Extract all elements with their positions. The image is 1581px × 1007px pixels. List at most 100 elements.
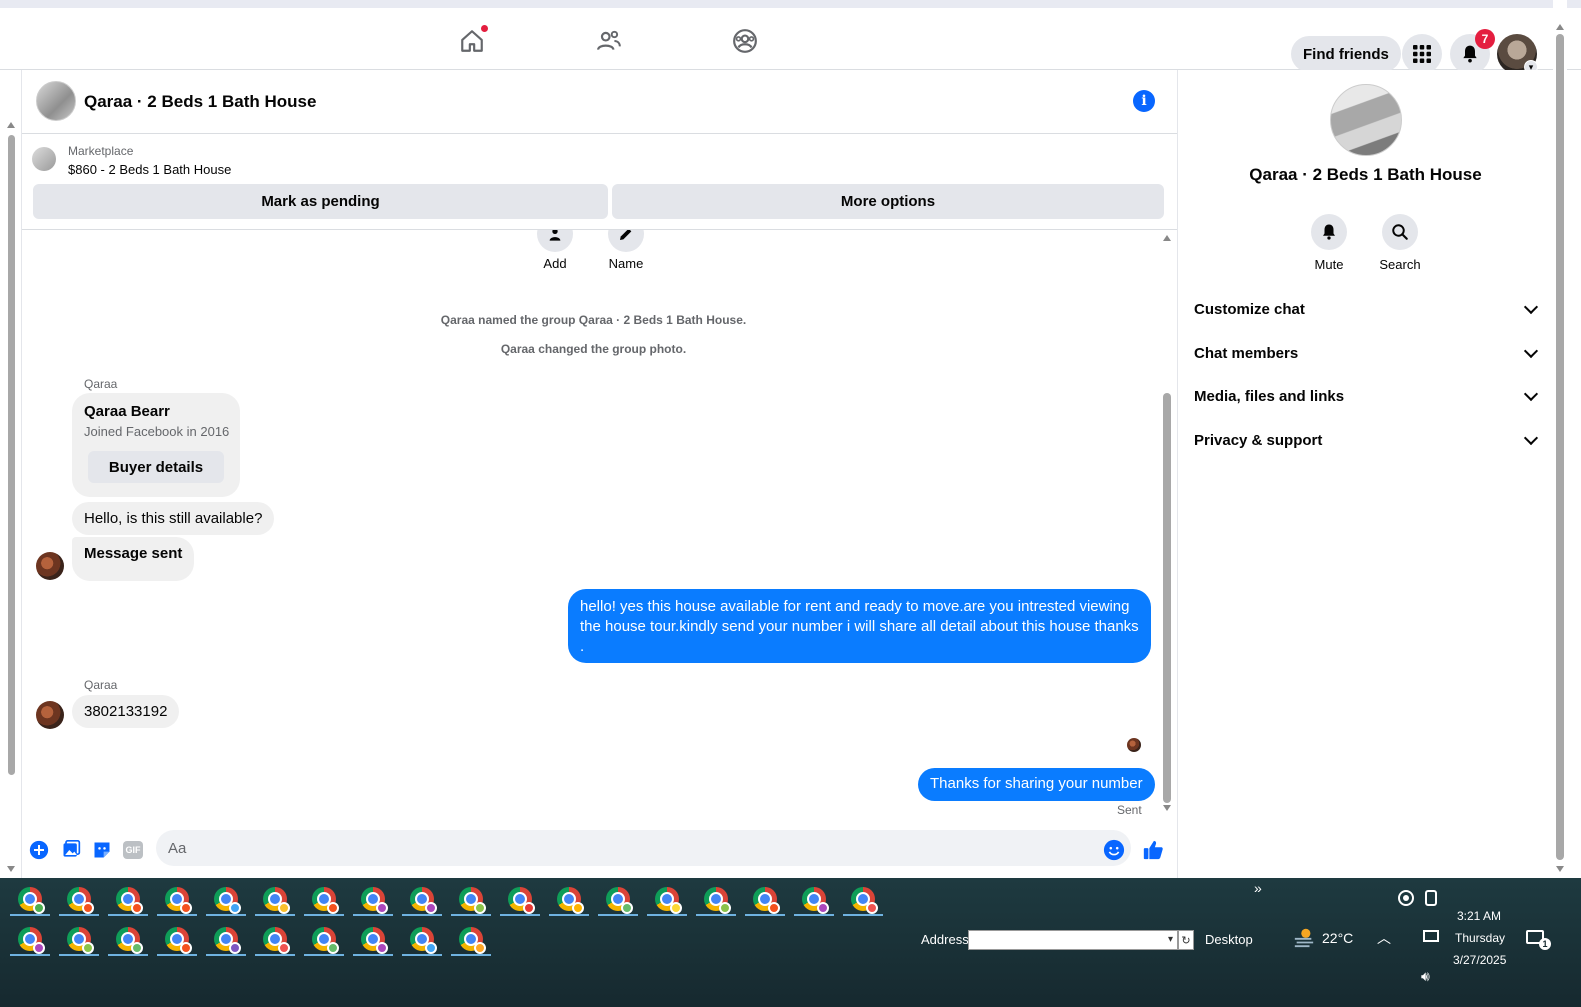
add-action[interactable]: Add [525, 230, 585, 271]
sticker-icon[interactable] [91, 839, 113, 861]
group-photo[interactable] [1330, 84, 1402, 156]
taskbar-chrome-app[interactable] [647, 884, 687, 916]
taskbar-chrome-app[interactable] [598, 884, 638, 916]
refresh-icon[interactable]: ↻ [1178, 930, 1194, 950]
listing-thumbnail[interactable] [32, 147, 56, 171]
sender-avatar[interactable] [36, 552, 64, 580]
page-scrollbar[interactable] [1553, 0, 1567, 878]
taskbar-chrome-app[interactable] [59, 924, 99, 956]
chat-scrollbar[interactable] [1160, 233, 1174, 818]
menu-button[interactable] [1402, 34, 1442, 74]
taskbar-chrome-app[interactable] [402, 884, 442, 916]
taskbar-chrome-app[interactable] [451, 884, 491, 916]
chrome-icon [214, 887, 241, 914]
browser-top-strip [0, 0, 1581, 8]
weather-icon[interactable] [1293, 926, 1315, 948]
taskbar-chrome-app[interactable] [794, 884, 834, 916]
chat-title[interactable]: Qaraa · 2 Beds 1 Bath House [84, 92, 316, 112]
taskbar-chrome-app[interactable] [10, 884, 50, 916]
temperature[interactable]: 22°C [1322, 930, 1353, 946]
chevron-down-icon[interactable]: ▾ [1168, 934, 1173, 945]
page-scroll-thumb[interactable] [1556, 34, 1564, 860]
left-scroll-thumb[interactable] [8, 135, 15, 775]
groups-nav[interactable] [730, 26, 760, 56]
incoming-message[interactable]: Hello, is this still available? [72, 502, 275, 535]
clock-date[interactable]: 3/27/2025 [1453, 953, 1506, 967]
panel-title: Qaraa · 2 Beds 1 Bath House [1249, 165, 1482, 184]
taskbar-chrome-app[interactable] [255, 884, 295, 916]
info-icon[interactable]: i [1133, 90, 1155, 112]
scroll-down-arrow-icon[interactable] [7, 866, 15, 872]
section-chat-members[interactable]: Chat members [1194, 333, 1544, 373]
taskbar-chrome-app[interactable] [843, 884, 883, 916]
incoming-message[interactable]: 3802133192 [72, 695, 180, 728]
section-customize-chat[interactable]: Customize chat [1194, 289, 1544, 329]
photo-icon[interactable] [60, 839, 82, 861]
group-avatar[interactable] [36, 81, 76, 121]
sender-avatar[interactable] [36, 701, 64, 729]
find-friends-button[interactable]: Find friends [1291, 36, 1401, 72]
camera-icon[interactable] [1425, 890, 1437, 906]
taskbar-chrome-app[interactable] [353, 884, 393, 916]
scroll-down-arrow-icon[interactable] [1556, 866, 1564, 872]
taskbar-chrome-app[interactable] [108, 924, 148, 956]
mark-as-pending-button[interactable]: Mark as pending [33, 184, 608, 219]
taskbar-chrome-app[interactable] [549, 884, 589, 916]
more-options-button[interactable]: More options [612, 184, 1164, 219]
message-input[interactable]: Aa [156, 830, 1131, 866]
taskbar-chrome-app[interactable] [500, 884, 540, 916]
home-nav[interactable] [457, 24, 489, 56]
outgoing-message[interactable]: Thanks for sharing your number [918, 768, 1155, 801]
address-input[interactable]: ▾ [968, 930, 1178, 950]
clock-time[interactable]: 3:21 AM [1457, 909, 1501, 923]
taskbar-chrome-app[interactable] [304, 924, 344, 956]
desktop-label[interactable]: Desktop [1205, 932, 1253, 947]
mute-action[interactable]: Mute [1299, 214, 1359, 272]
taskbar-chrome-app[interactable] [745, 884, 785, 916]
scroll-up-arrow-icon[interactable] [7, 122, 15, 128]
taskbar-chrome-app[interactable] [255, 924, 295, 956]
plus-icon[interactable] [28, 839, 50, 861]
volume-icon[interactable]: 🔊︎ [1421, 968, 1430, 985]
buyer-name[interactable]: Qaraa Bearr [84, 403, 170, 420]
taskbar-chrome-app[interactable] [206, 884, 246, 916]
taskbar-chrome-app[interactable] [451, 924, 491, 956]
outgoing-message[interactable]: hello! yes this house available for rent… [568, 589, 1151, 663]
scroll-down-arrow-icon[interactable] [1163, 805, 1171, 811]
profile-badge-icon [621, 902, 633, 914]
groups-icon [733, 29, 757, 53]
chrome-icon [802, 887, 829, 914]
buyer-details-button[interactable]: Buyer details [88, 451, 224, 483]
network-icon[interactable] [1423, 930, 1439, 942]
emoji-icon[interactable] [1103, 839, 1125, 861]
left-scrollbar[interactable] [0, 70, 22, 878]
search-action[interactable]: Search [1370, 214, 1430, 272]
taskbar-chrome-app[interactable] [206, 924, 246, 956]
clock-day[interactable]: Thursday [1455, 931, 1505, 945]
listing-title[interactable]: $860 - 2 Beds 1 Bath House [68, 162, 231, 177]
taskbar-chrome-app[interactable] [402, 924, 442, 956]
taskbar-chrome-app[interactable] [304, 884, 344, 916]
taskbar-chrome-app[interactable] [353, 924, 393, 956]
section-media-files-links[interactable]: Media, files and links [1194, 376, 1544, 416]
name-action[interactable]: Name [596, 230, 656, 271]
taskbar-chrome-app[interactable] [59, 884, 99, 916]
chat-scroll-thumb[interactable] [1163, 393, 1171, 803]
friends-nav[interactable] [594, 26, 624, 56]
taskbar-chrome-app[interactable] [157, 884, 197, 916]
taskbar-overflow[interactable]: » [1254, 880, 1262, 896]
taskbar-chrome-app[interactable] [696, 884, 736, 916]
scroll-up-arrow-icon[interactable] [1163, 235, 1171, 241]
thumbs-up-icon[interactable] [1142, 839, 1164, 861]
profile-badge-icon [866, 902, 878, 914]
taskbar-chrome-app[interactable] [10, 924, 50, 956]
section-privacy-support[interactable]: Privacy & support [1194, 420, 1544, 460]
scroll-up-arrow-icon[interactable] [1556, 24, 1564, 30]
chrome-icon [753, 887, 780, 914]
incoming-message[interactable]: Message sent [72, 537, 195, 581]
record-icon[interactable] [1398, 890, 1414, 906]
chevron-up-icon[interactable]: ︿ [1377, 928, 1391, 948]
taskbar-chrome-app[interactable] [108, 884, 148, 916]
taskbar-chrome-app[interactable] [157, 924, 197, 956]
gif-icon[interactable]: GIF [122, 839, 144, 861]
